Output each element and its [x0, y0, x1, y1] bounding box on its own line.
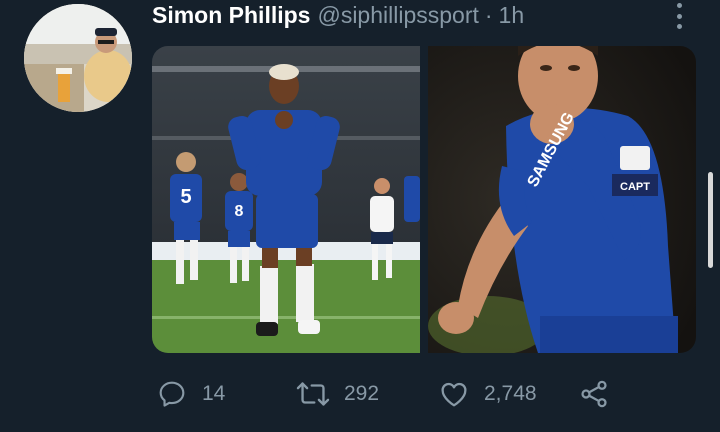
reply-button[interactable]: 14 [156, 372, 225, 416]
retweet-button[interactable]: 292 [296, 372, 379, 416]
user-handle[interactable]: @siphillipssport [317, 2, 478, 29]
media-photo-1[interactable]: 5 8 [152, 46, 420, 353]
captain-armband-text: CAPT [620, 181, 650, 193]
avatar[interactable] [24, 4, 132, 112]
reply-count: 14 [202, 382, 226, 405]
avatar-photo [24, 4, 132, 112]
tweet-header: Simon Phillips @siphillipssport · 1h [152, 0, 524, 30]
share-button[interactable] [578, 372, 610, 416]
media-photo-2[interactable]: CAPT SAMSUNG [428, 46, 696, 353]
shirt-number-right: 8 [235, 203, 244, 220]
share-icon [581, 380, 607, 408]
retweet-count: 292 [344, 382, 380, 405]
like-count: 2,748 [484, 382, 537, 405]
retweet-icon [296, 382, 330, 406]
separator-dot: · [484, 1, 493, 28]
like-button[interactable]: 2,748 [438, 372, 537, 416]
display-name[interactable]: Simon Phillips [152, 2, 310, 29]
timestamp[interactable]: 1h [499, 2, 525, 29]
like-icon [441, 382, 467, 407]
tweet-action-bar: 14 292 2,748 [0, 372, 720, 416]
more-icon[interactable] [668, 3, 690, 29]
reply-icon [159, 381, 185, 407]
scrollbar-thumb[interactable] [708, 172, 713, 268]
shirt-number-left: 5 [180, 186, 191, 208]
